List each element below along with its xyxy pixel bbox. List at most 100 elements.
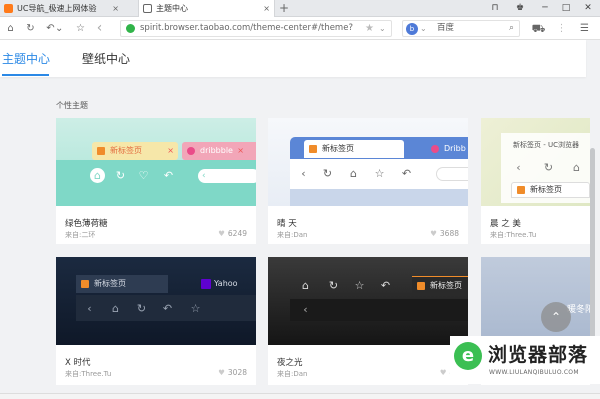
undo-dropdown-icon[interactable]: ⌄ (55, 21, 63, 36)
bookmark-star-icon[interactable]: ★ (365, 21, 374, 36)
watermark-title: 浏览器部落 (488, 344, 589, 366)
home-icon: ⌂ (573, 161, 580, 174)
refresh-icon: ↻ (115, 169, 126, 182)
home-icon: ⌂ (112, 302, 119, 315)
refresh-icon[interactable]: ↻ (23, 21, 38, 36)
heart-icon: ♥ (218, 229, 225, 238)
undo-icon: ↶ (163, 169, 174, 182)
new-tab-button[interactable]: + (279, 0, 289, 16)
compact-mode-icon[interactable]: ⊓ (485, 0, 505, 17)
section-title: 个性主题 (56, 101, 88, 110)
back-icon: ‹ (303, 303, 308, 316)
refresh-icon: ↻ (136, 302, 147, 315)
theme-name: X 时代 (65, 358, 91, 368)
search-engine-icon[interactable]: b (406, 23, 418, 35)
tab-wallpaper-center[interactable]: 壁纸中心 (82, 52, 130, 66)
theme-author: 来自:Three.Tu (490, 231, 537, 239)
preview-tab: 新标签页 × (92, 142, 178, 160)
url-text[interactable]: spirit.browser.taobao.com/theme-center#/… (140, 21, 360, 36)
maximize-button[interactable]: □ (556, 0, 576, 17)
theme-author: 来自:Dan (277, 231, 308, 239)
theme-author: 来自:二环 (65, 231, 96, 239)
theme-preview: 暖冬阳 (481, 257, 590, 345)
active-tab-underline (2, 74, 49, 76)
back-to-top-button[interactable]: ⌃ (541, 302, 571, 332)
star-icon: ☆ (354, 279, 365, 292)
theme-subnav: 主题中心 壁纸中心 (0, 40, 586, 77)
tab-theme-center-page[interactable]: 主题中心 (2, 52, 50, 66)
theme-name: 夜之光 (277, 358, 303, 368)
home-icon: ⌂ (90, 168, 105, 183)
preview-tab: 新标签页 (304, 140, 404, 158)
search-icon[interactable]: ⌕ (509, 21, 514, 36)
back-icon: ‹ (87, 302, 92, 315)
preview-tab: dribbble × (182, 142, 256, 160)
refresh-icon: ↻ (322, 167, 333, 180)
theme-preview: 新标签页 - UC浏览器 ‹ ↻ ⌂ 新标签页 (481, 118, 590, 206)
theme-preview: 新标签页 × dribbble × ⌂ ↻ ♡ ↶ ‹ (56, 118, 256, 206)
menu-icon[interactable]: ☰ (577, 21, 592, 36)
secure-icon (126, 24, 135, 33)
back-icon: ‹ (301, 167, 306, 180)
star-icon: ☆ (190, 302, 201, 315)
theme-preview: 新标签页 Dribb ‹ ↻ ⌂ ☆ ↶ (268, 118, 468, 206)
heart-icon: ♥ (439, 368, 447, 377)
theme-name: 晨 之 美 (490, 219, 521, 229)
home-icon: ⌂ (350, 167, 357, 180)
theme-preview: 新标签页 Yahoo ‹ ⌂ ↻ ↶ ☆ (56, 257, 256, 345)
watermark-url: WWW.LIULANQIBULUO.COM (489, 369, 579, 376)
star-icon: ☆ (374, 167, 385, 180)
skin-icon[interactable]: ♚ (510, 0, 530, 17)
watermark-logo: e 浏览器部落 WWW.LIULANQIBULUO.COM (450, 336, 600, 384)
status-bar (0, 393, 600, 399)
tab-title: UC导航_极速上网体验 (17, 4, 97, 13)
logo-icon: e (454, 342, 482, 370)
refresh-icon: ↻ (328, 279, 339, 292)
refresh-icon: ↻ (543, 161, 554, 174)
uc-favicon-icon (4, 4, 13, 13)
theme-author: 来自:Three.Tu (65, 370, 112, 378)
cart-icon[interactable]: ⛟ (531, 21, 546, 36)
theme-likes[interactable]: ♥ 3688 (430, 229, 459, 238)
minimize-button[interactable]: ─ (535, 0, 555, 17)
theme-card[interactable]: 新标签页 - UC浏览器 ‹ ↻ ⌂ 新标签页 晨 之 美 来自:Three.T… (481, 118, 590, 244)
undo-icon: ↶ (380, 279, 391, 292)
favorites-icon[interactable]: ☆ (73, 21, 88, 36)
search-box[interactable]: b ⌄ 百度 ⌕ (402, 20, 520, 37)
close-window-button[interactable]: ✕ (578, 0, 598, 17)
heart-icon: ♥ (430, 229, 437, 238)
theme-likes[interactable]: ♥ 6249 (218, 229, 247, 238)
theme-card[interactable]: ⌂ ↻ ☆ ↶ 新标签页 ‹ 夜之光 来自:Dan ♥48 (268, 257, 468, 385)
theme-name: 晴 天 (277, 219, 297, 229)
tab-uc-nav[interactable]: UC导航_极速上网体验 × (0, 0, 123, 17)
heart-icon: ♥ (218, 368, 225, 377)
theme-name: 绿色薄荷糖 (65, 219, 108, 229)
theme-card[interactable]: 新标签页 Dribb ‹ ↻ ⌂ ☆ ↶ 晴 天 来自:Dan ♥ 3688 (268, 118, 468, 244)
back-icon: ‹ (516, 161, 521, 174)
preview-tab: 新标签页 (511, 182, 590, 198)
theme-author: 来自:Dan (277, 370, 308, 378)
theme-card[interactable]: 新标签页 × dribbble × ⌂ ↻ ♡ ↶ ‹ 绿色薄荷糖 来自:二环 … (56, 118, 256, 244)
page-favicon-icon (143, 4, 152, 13)
scrollbar[interactable] (590, 148, 595, 338)
preview-tab: Yahoo (196, 275, 256, 293)
tab-bar: UC导航_极速上网体验 × 主题中心 × + ⊓ ♚ ─ □ ✕ (0, 0, 600, 18)
preview-tab: 新标签页 (76, 275, 168, 293)
theme-likes[interactable]: ♥ 3028 (218, 368, 247, 377)
separator-icon: ⋮ (556, 23, 567, 34)
back-icon[interactable]: ‹ (92, 21, 107, 36)
address-bar[interactable]: spirit.browser.taobao.com/theme-center#/… (120, 20, 392, 37)
url-dropdown-icon[interactable]: ⌄ (379, 21, 386, 36)
tab-close-icon[interactable]: × (112, 0, 119, 17)
theme-card[interactable]: 新标签页 Yahoo ‹ ⌂ ↻ ↶ ☆ X 时代 来自:Three.Tu ♥ 3… (56, 257, 256, 385)
preview-tab: Dribb (426, 140, 468, 158)
home-icon: ⌂ (302, 279, 309, 292)
engine-dropdown-icon[interactable]: ⌄ (420, 21, 427, 36)
tab-title: 主题中心 (156, 4, 188, 13)
undo-icon: ↶ (401, 167, 412, 180)
tab-theme-center[interactable]: 主题中心 × (138, 0, 275, 18)
home-icon[interactable]: ⌂ (3, 21, 18, 36)
theme-preview: ⌂ ↻ ☆ ↶ 新标签页 ‹ (268, 257, 468, 345)
navigation-toolbar: ⌂ ↻ ↶ ⌄ ☆ ‹ spirit.browser.taobao.com/th… (0, 17, 600, 40)
tab-close-icon[interactable]: × (263, 0, 270, 17)
